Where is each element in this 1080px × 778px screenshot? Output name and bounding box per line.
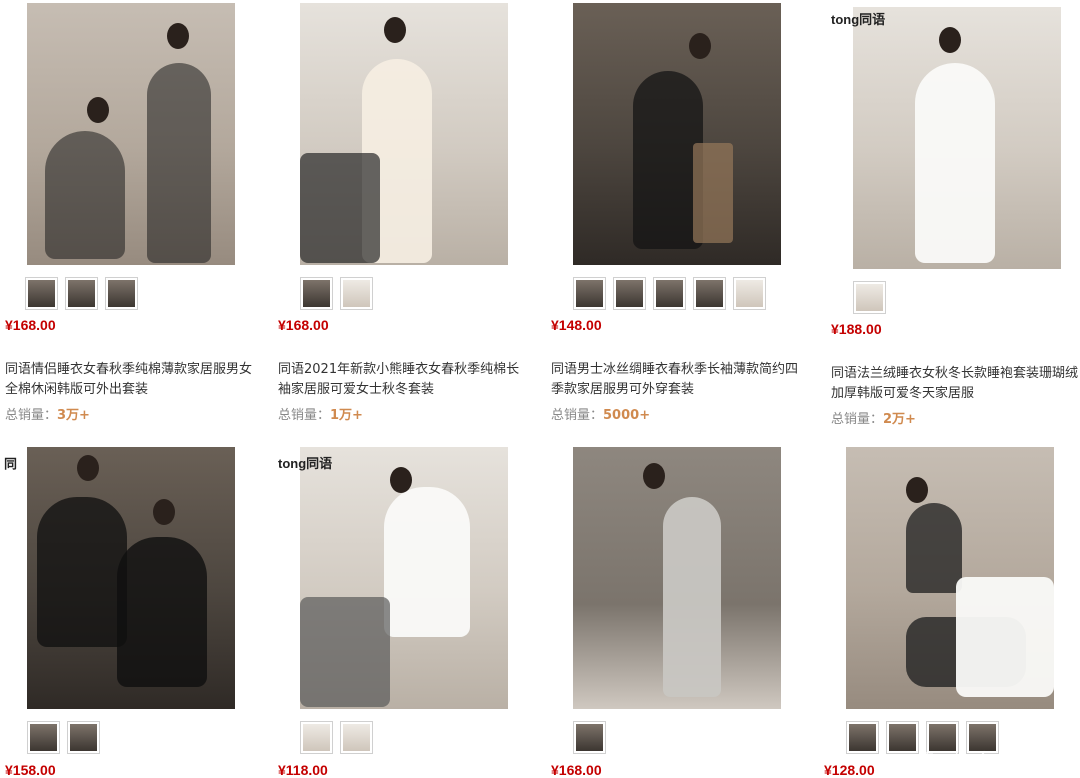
thumbnail[interactable] xyxy=(65,277,98,310)
thumbnail[interactable] xyxy=(25,277,58,310)
product-image[interactable] xyxy=(573,3,781,265)
thumbnail[interactable] xyxy=(105,277,138,310)
thumbnail[interactable] xyxy=(340,721,373,754)
thumbnail-strip xyxy=(25,277,138,310)
sales-value: 5000+ xyxy=(603,408,651,423)
thumbnail[interactable] xyxy=(27,721,60,754)
thumbnail-strip xyxy=(573,721,606,754)
thumbnail[interactable] xyxy=(653,277,686,310)
thumbnail-strip xyxy=(300,721,373,754)
thumbnail[interactable] xyxy=(886,721,919,754)
sales-value: 2万+ xyxy=(883,412,916,427)
sales-label: 总销量： xyxy=(831,412,884,427)
product-title[interactable]: 同语2021年新款小熊睡衣女春秋季纯棉长袖家居服可爱女士秋冬套装 xyxy=(278,360,528,400)
sales-label: 总销量： xyxy=(5,408,58,423)
sales-count: 总销量：5000+ xyxy=(551,404,650,423)
thumbnail[interactable] xyxy=(300,277,333,310)
product-image[interactable] xyxy=(573,447,781,709)
product-price: ¥168.00 xyxy=(5,317,56,333)
product-image[interactable] xyxy=(846,447,1054,709)
thumbnail-strip xyxy=(853,281,886,314)
sales-label: 总销量： xyxy=(278,408,331,423)
thumbnail[interactable] xyxy=(300,721,333,754)
sales-count: 总销量：3万+ xyxy=(5,404,90,423)
thumbnail[interactable] xyxy=(853,281,886,314)
sales-count: 总销量：2万+ xyxy=(831,408,916,427)
thumbnail[interactable] xyxy=(67,721,100,754)
product-image[interactable] xyxy=(300,3,508,265)
brand-logo: 同语 xyxy=(2,457,17,470)
product-image[interactable] xyxy=(27,3,235,265)
product-title[interactable]: 同语情侣睡衣女春秋季纯棉薄款家居服男女全棉休闲韩版可外出套装 xyxy=(5,360,255,400)
product-price: ¥168.00 xyxy=(278,317,329,333)
thumbnail-strip xyxy=(300,277,373,310)
brand-logo: tong同语 xyxy=(831,12,886,27)
thumbnail[interactable] xyxy=(693,277,726,310)
sales-count: 总销量：1万+ xyxy=(278,404,363,423)
sales-value: 1万+ xyxy=(330,408,363,423)
product-title[interactable]: 同语法兰绒睡衣女秋冬长款睡袍套装珊瑚绒加厚韩版可爱冬天家居服 xyxy=(831,364,1080,404)
brand-logo: tong同语 xyxy=(278,456,333,471)
thumbnail-strip xyxy=(27,721,100,754)
thumbnail[interactable] xyxy=(573,277,606,310)
thumbnail[interactable] xyxy=(613,277,646,310)
thumbnail[interactable] xyxy=(340,277,373,310)
product-image[interactable] xyxy=(853,7,1061,269)
thumbnail[interactable] xyxy=(573,721,606,754)
site-watermark: 值 什么值得买 xyxy=(916,750,1072,771)
thumbnail[interactable] xyxy=(846,721,879,754)
product-image[interactable] xyxy=(300,447,508,709)
thumbnail-strip xyxy=(573,277,766,310)
product-image[interactable] xyxy=(27,447,235,709)
product-title[interactable]: 同语男士冰丝绸睡衣春秋季长袖薄款简约四季款家居服男可外穿套装 xyxy=(551,360,801,400)
product-price: ¥188.00 xyxy=(831,321,882,337)
sales-label: 总销量： xyxy=(551,408,604,423)
sales-value: 3万+ xyxy=(57,408,90,423)
thumbnail[interactable] xyxy=(733,277,766,310)
product-price: ¥148.00 xyxy=(551,317,602,333)
